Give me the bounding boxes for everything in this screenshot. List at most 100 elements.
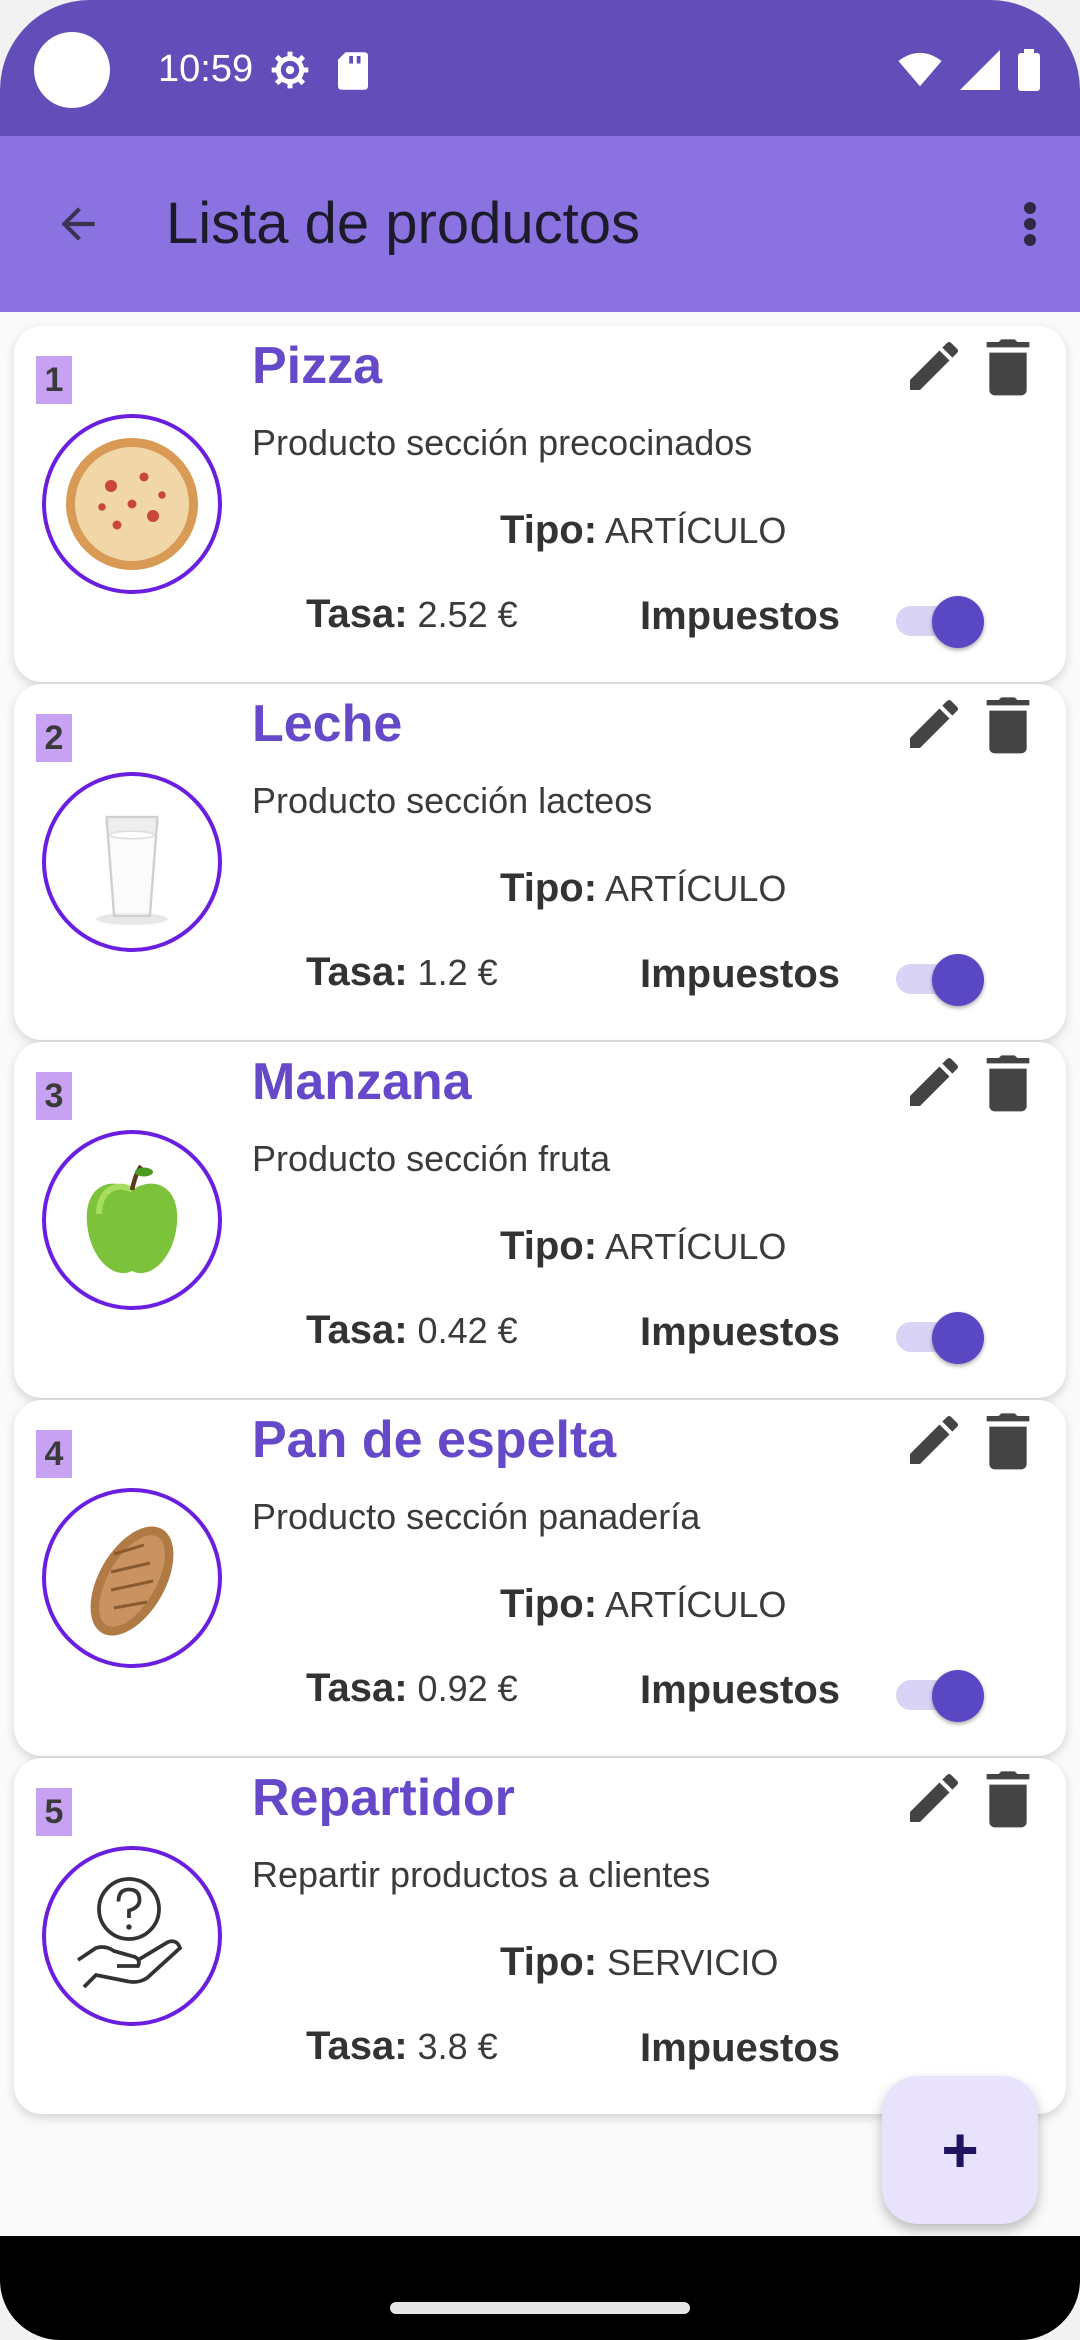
rate-value: 1.2 € — [417, 952, 498, 993]
rate-label: Tasa: — [306, 592, 408, 636]
device-screen: 10:59 Lista de productos 1 Pizza Product… — [0, 0, 1080, 2340]
switch-thumb — [932, 596, 984, 648]
product-description: Repartir productos a clientes — [252, 1854, 711, 1895]
product-name: Pan de espelta — [252, 1411, 617, 1469]
tax-label: Impuestos — [640, 594, 841, 638]
battery-icon — [1018, 49, 1040, 91]
product-description: Producto sección panadería — [252, 1496, 701, 1537]
type-label: Tipo: — [500, 508, 598, 552]
product-card[interactable]: 2 Leche Producto sección lacteos Tipo: A… — [14, 684, 1066, 1040]
product-image-bread — [42, 1488, 222, 1668]
product-name: Pizza — [252, 337, 383, 395]
home-gesture-handle[interactable] — [390, 2302, 690, 2314]
rate-label: Tasa: — [306, 2024, 408, 2068]
edit-pencil-icon[interactable] — [902, 1408, 966, 1472]
product-image-milk — [42, 772, 222, 952]
product-list: 1 Pizza Producto sección precocinados Ti… — [0, 312, 1080, 2236]
product-image-apple — [42, 1130, 222, 1310]
navigation-bar — [0, 2236, 1080, 2340]
type-value: ARTÍCULO — [605, 1226, 787, 1267]
product-type: Tipo: ARTÍCULO — [500, 508, 786, 553]
type-value: ARTÍCULO — [605, 1584, 787, 1625]
product-card[interactable]: 4 Pan de espelta Producto sección panade… — [14, 1400, 1066, 1756]
edit-pencil-icon[interactable] — [902, 692, 966, 756]
product-type: Tipo: ARTÍCULO — [500, 1224, 786, 1269]
type-label: Tipo: — [500, 1582, 598, 1626]
product-description: Producto sección precocinados — [252, 422, 753, 463]
status-bar: 10:59 — [0, 0, 1080, 136]
rate-label: Tasa: — [306, 1666, 408, 1710]
status-time: 10:59 — [158, 48, 254, 90]
rate-label: Tasa: — [306, 950, 408, 994]
delete-trash-icon[interactable] — [980, 692, 1036, 756]
milk-glass-image — [96, 815, 168, 925]
rate-value: 0.42 € — [417, 1310, 518, 1351]
rate-label: Tasa: — [306, 1308, 408, 1352]
camera-cutout — [34, 32, 110, 108]
product-rate: Tasa: 2.52 € — [306, 592, 518, 637]
type-value: ARTÍCULO — [605, 868, 787, 909]
delete-trash-icon[interactable] — [980, 1408, 1036, 1472]
edit-pencil-icon[interactable] — [902, 1050, 966, 1114]
product-description: Producto sección lacteos — [252, 780, 653, 821]
product-type: Tipo: ARTÍCULO — [500, 1582, 786, 1627]
overflow-menu-button[interactable] — [1000, 184, 1060, 264]
product-card[interactable]: 5 Repartidor Repartir productos a client… — [14, 1758, 1066, 2114]
rate-value: 3.8 € — [417, 2026, 498, 2067]
tax-switch[interactable] — [884, 1304, 984, 1368]
apple-image — [86, 1164, 178, 1274]
product-card[interactable]: 3 Manzana Producto sección fruta Tipo: A… — [14, 1042, 1066, 1398]
type-value: ARTÍCULO — [605, 510, 787, 551]
product-name: Leche — [252, 695, 403, 753]
wifi-icon — [898, 52, 942, 87]
product-card[interactable]: 1 Pizza Producto sección precocinados Ti… — [14, 326, 1066, 682]
add-label: + — [941, 2114, 979, 2186]
arrow-back-icon — [61, 207, 95, 241]
edit-pencil-icon[interactable] — [902, 334, 966, 398]
status-indicators — [898, 48, 1040, 92]
product-type: Tipo: ARTÍCULO — [500, 866, 786, 911]
type-label: Tipo: — [500, 1940, 598, 1984]
delete-trash-icon[interactable] — [980, 334, 1036, 398]
sd-card-icon — [338, 52, 368, 90]
switch-thumb — [932, 954, 984, 1006]
type-label: Tipo: — [500, 866, 598, 910]
product-image-service — [42, 1846, 222, 2026]
product-index: 2 — [36, 714, 72, 762]
add-product-fab[interactable]: + — [882, 2076, 1038, 2224]
tax-label: Impuestos — [640, 1668, 841, 1712]
edit-pencil-icon[interactable] — [902, 1766, 966, 1830]
switch-thumb — [932, 1670, 984, 1722]
app-bar: Lista de productos — [0, 136, 1080, 312]
product-index: 5 — [36, 1788, 72, 1836]
product-image-pizza — [42, 414, 222, 594]
page-title: Lista de productos — [166, 191, 640, 256]
tax-label: Impuestos — [640, 1310, 841, 1354]
product-name: Repartidor — [252, 1769, 515, 1827]
tax-label: Impuestos — [640, 952, 841, 996]
delete-trash-icon[interactable] — [980, 1766, 1036, 1830]
switch-thumb — [932, 1312, 984, 1364]
more-vert-icon — [1024, 202, 1036, 246]
product-description: Producto sección fruta — [252, 1138, 611, 1179]
rate-value: 0.92 € — [417, 1668, 518, 1709]
product-rate: Tasa: 1.2 € — [306, 950, 498, 995]
type-label: Tipo: — [500, 1224, 598, 1268]
pizza-image — [66, 438, 198, 570]
product-type: Tipo: SERVICIO — [500, 1940, 778, 1985]
tax-switch[interactable] — [884, 588, 984, 652]
product-rate: Tasa: 0.92 € — [306, 1666, 518, 1711]
tax-switch[interactable] — [884, 946, 984, 1010]
service-hand-icon — [76, 1877, 183, 1989]
bread-image — [90, 1526, 174, 1636]
tax-switch[interactable] — [884, 1662, 984, 1726]
back-button[interactable] — [40, 186, 116, 262]
type-value: SERVICIO — [607, 1942, 779, 1983]
product-index: 3 — [36, 1072, 72, 1120]
delete-trash-icon[interactable] — [980, 1050, 1036, 1114]
settings-gear-icon — [271, 51, 309, 89]
signal-icon — [960, 50, 1000, 90]
product-rate: Tasa: 0.42 € — [306, 1308, 518, 1353]
product-index: 4 — [36, 1430, 72, 1478]
rate-value: 2.52 € — [417, 594, 518, 635]
